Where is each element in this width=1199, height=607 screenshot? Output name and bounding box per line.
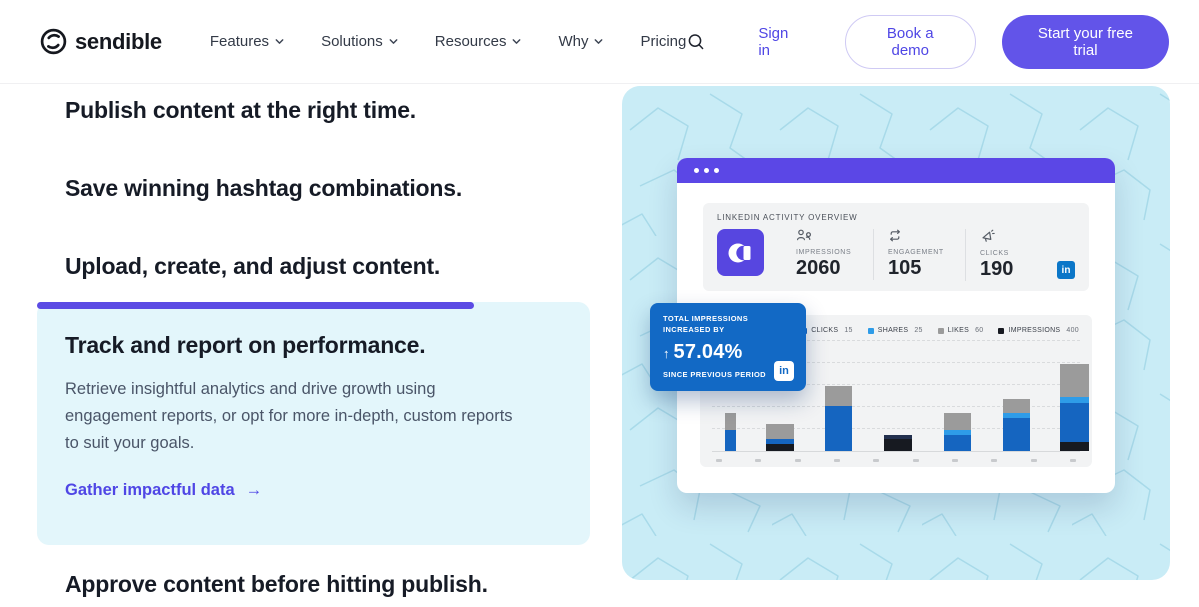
chart-bar [766, 424, 794, 451]
legend-label: IMPRESSIONS [1008, 327, 1060, 334]
feature-item-approve[interactable]: Approve content before hitting publish. [65, 571, 585, 598]
nav-item-label: Solutions [321, 33, 383, 50]
legend-swatch [998, 328, 1004, 334]
chevron-down-icon [388, 36, 399, 47]
x-tick-mark [913, 459, 919, 462]
x-tick-mark [834, 459, 840, 462]
profile-avatar [717, 229, 764, 276]
x-tick-mark [1031, 459, 1037, 462]
window-dot [714, 168, 719, 173]
nav-item-features[interactable]: Features [210, 33, 285, 50]
chevron-down-icon [593, 36, 604, 47]
chart-bar [944, 413, 971, 451]
feature-item-hashtags[interactable]: Save winning hashtag combinations. [65, 175, 585, 202]
arrow-up-icon: ↑ [663, 346, 670, 361]
start-free-trial-button[interactable]: Start your free trial [1002, 15, 1169, 69]
legend-label: SHARES [878, 327, 909, 334]
stat-value: 190 [980, 258, 1057, 281]
nav-item-label: Pricing [640, 33, 686, 50]
overview-card-title: LINKEDIN ACTIVITY OVERVIEW [717, 213, 1075, 222]
x-tick-mark [1070, 459, 1076, 462]
book-demo-button[interactable]: Book a demo [845, 15, 976, 69]
x-tick-mark [991, 459, 997, 462]
megaphone-icon [980, 229, 995, 243]
stat-value: 105 [888, 257, 965, 280]
legend-swatch [938, 328, 944, 334]
highlight-value: 57.04% [674, 341, 743, 364]
arrow-right-icon: → [246, 481, 263, 500]
main-nav: Features Solutions Resources Why Pricing [210, 33, 686, 50]
linkedin-icon: in [774, 361, 794, 381]
legend-value: 25 [914, 327, 922, 334]
legend-label: CLICKS [811, 327, 838, 334]
illustration-panel: LINKEDIN ACTIVITY OVERVIEW [622, 86, 1170, 580]
legend-value: 60 [975, 327, 983, 334]
nav-item-solutions[interactable]: Solutions [321, 33, 399, 50]
repeat-icon [888, 229, 902, 242]
chart-bar [725, 413, 736, 451]
legend-value: 15 [844, 327, 852, 334]
linkedin-icon: in [1057, 261, 1075, 279]
users-icon [796, 229, 811, 242]
logo-wordmark: sendible [75, 29, 162, 55]
legend-item-impressions: IMPRESSIONS 400 [998, 327, 1079, 334]
gather-data-link[interactable]: Gather impactful data → [65, 481, 560, 500]
search-icon[interactable] [686, 32, 706, 52]
highlight-value-row: ↑ 57.04% [663, 341, 794, 364]
legend-item-clicks: CLICKS 15 [801, 327, 852, 334]
nav-item-label: Resources [435, 33, 507, 50]
nav-item-resources[interactable]: Resources [435, 33, 523, 50]
nav-item-label: Features [210, 33, 269, 50]
x-ticks [716, 459, 1076, 462]
accordion-progress-bar [37, 302, 474, 309]
x-tick-mark [755, 459, 761, 462]
stat-label: IMPRESSIONS [796, 249, 873, 256]
legend-value: 400 [1066, 327, 1079, 334]
stat-engagement: ENGAGEMENT 105 [873, 229, 965, 280]
stat-label: ENGAGEMENT [888, 249, 965, 256]
window-dot [704, 168, 709, 173]
sendible-logo[interactable]: sendible [40, 28, 162, 55]
legend-label: LIKES [948, 327, 969, 334]
nav-item-pricing[interactable]: Pricing [640, 33, 686, 50]
legend-item-shares: SHARES 25 [868, 327, 923, 334]
active-feature-description: Retrieve insightful analytics and drive … [65, 376, 517, 457]
stat-value: 2060 [796, 257, 873, 280]
feature-item-upload[interactable]: Upload, create, and adjust content. [65, 253, 585, 280]
x-tick-mark [873, 459, 879, 462]
nav-item-label: Why [558, 33, 588, 50]
chart-bar [884, 435, 912, 451]
active-feature-title: Track and report on performance. [65, 332, 560, 359]
window-title-bar [677, 158, 1115, 183]
stat-clicks: CLICKS 190 [965, 229, 1057, 281]
highlight-heading-line1: TOTAL IMPRESSIONS [663, 314, 794, 325]
chart-legend: CLICKS 15 SHARES 25 LIKES 60 [801, 327, 1079, 334]
chart-bar [1060, 364, 1089, 451]
feature-item-publish[interactable]: Publish content at the right time. [65, 97, 585, 124]
chart-bar [1003, 399, 1030, 451]
total-impressions-highlight-card: TOTAL IMPRESSIONS INCREASED BY ↑ 57.04% … [650, 303, 806, 391]
sendible-logo-icon [40, 28, 67, 55]
x-tick-mark [716, 459, 722, 462]
chart-bar [825, 386, 852, 451]
x-tick-mark [795, 459, 801, 462]
chevron-down-icon [511, 36, 522, 47]
chevron-down-icon [274, 36, 285, 47]
active-feature-card: Track and report on performance. Retriev… [37, 302, 590, 545]
highlight-heading-line2: INCREASED BY [663, 325, 794, 336]
x-tick-mark [952, 459, 958, 462]
window-dot [694, 168, 699, 173]
top-navigation-bar: sendible Features Solutions Resources Wh… [0, 0, 1199, 84]
overview-stats-row: IMPRESSIONS 2060 ENGAGEMENT 105 [717, 229, 1075, 281]
gather-data-link-label: Gather impactful data [65, 481, 235, 500]
sendible-landing-page: sendible Features Solutions Resources Wh… [0, 0, 1199, 607]
legend-item-likes: LIKES 60 [938, 327, 984, 334]
legend-swatch [868, 328, 874, 334]
linkedin-activity-overview-card: LINKEDIN ACTIVITY OVERVIEW [703, 203, 1089, 291]
nav-item-why[interactable]: Why [558, 33, 604, 50]
sign-in-link[interactable]: Sign in [758, 25, 802, 59]
stat-impressions: IMPRESSIONS 2060 [782, 229, 873, 280]
stat-label: CLICKS [980, 250, 1057, 257]
